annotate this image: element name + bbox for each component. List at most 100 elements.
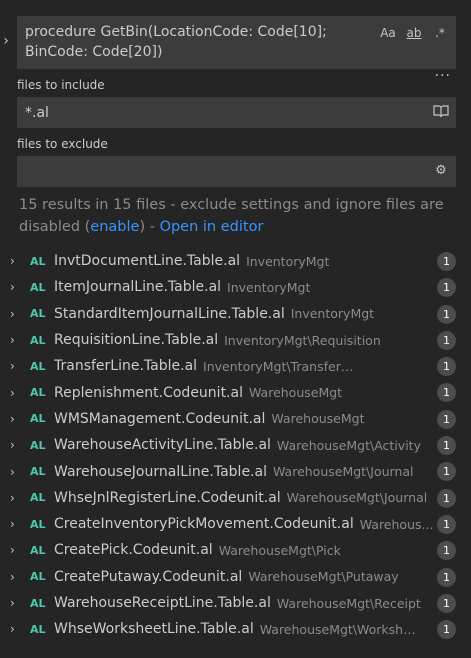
al-file-icon: AL — [30, 622, 46, 636]
chevron-right-icon[interactable]: › — [10, 412, 22, 426]
match-count-badge: 1 — [437, 278, 456, 298]
result-row[interactable]: › AL WhseJnlRegisterLine.Codeunit.al Wareho… — [0, 485, 471, 511]
file-path: WarehouseMgt\Journal — [286, 490, 428, 506]
match-count-badge: 1 — [437, 357, 456, 377]
file-name[interactable]: StandardItemJournalLine.Table.al — [54, 306, 285, 322]
result-row[interactable]: › AL Replenishment.Codeunit.al WarehouseMgt… — [0, 379, 471, 405]
al-file-icon: AL — [30, 570, 46, 584]
al-file-icon: AL — [30, 596, 46, 610]
open-in-editor-link[interactable]: Open in editor — [160, 219, 264, 235]
chevron-right-icon[interactable]: › — [10, 386, 22, 400]
match-case-icon[interactable]: Aa — [378, 24, 398, 42]
file-path: WarehouseMgt\Putaway — [248, 569, 399, 585]
result-row[interactable]: › AL WMSManagement.Codeunit.al WarehouseMgt… — [0, 406, 471, 432]
gear-exclude-settings-icon[interactable]: ⚙ — [432, 163, 450, 179]
match-count-badge: 1 — [437, 304, 456, 324]
file-name[interactable]: RequisitionLine.Table.al — [54, 332, 218, 348]
file-path: InventoryMgt\TransferOrder — [203, 358, 364, 374]
result-row[interactable]: › AL CreatePutaway.Codeunit.al WarehouseMgt… — [0, 564, 471, 590]
search-options: Aa ab .* — [378, 24, 450, 42]
include-field[interactable] — [17, 97, 456, 128]
file-name[interactable]: WMSManagement.Codeunit.al — [54, 411, 265, 427]
file-path: InventoryMgt — [246, 253, 330, 269]
file-name[interactable]: CreatePutaway.Codeunit.al — [54, 569, 242, 585]
result-row[interactable]: › AL ItemJournalLine.Table.al InventoryMgt 1 — [0, 274, 471, 300]
include-input[interactable] — [25, 97, 426, 128]
file-name[interactable]: WarehouseReceiptLine.Table.al — [54, 595, 271, 611]
result-row[interactable]: › AL CreatePick.Codeunit.al WarehouseMgt\Pi… — [0, 537, 471, 563]
match-count-badge: 1 — [437, 593, 456, 613]
file-name[interactable]: WarehouseJournalLine.Table.al — [54, 464, 267, 480]
result-row[interactable]: › AL CreateInventoryPickMovement.Codeunit.… — [0, 511, 471, 537]
regex-icon[interactable]: .* — [430, 24, 450, 42]
chevron-right-icon[interactable]: › — [10, 307, 22, 321]
al-file-icon: AL — [30, 307, 46, 321]
file-name[interactable]: TransferLine.Table.al — [54, 358, 197, 374]
result-row[interactable]: › AL WhseWorksheetLine.Table.al WarehouseMg… — [0, 616, 471, 642]
file-name[interactable]: InvtDocumentLine.Table.al — [54, 253, 240, 269]
exclude-input[interactable] — [25, 156, 426, 187]
al-file-icon: AL — [30, 359, 46, 373]
file-path: InventoryMgt — [290, 306, 375, 322]
file-path: Warehous... — [359, 516, 434, 532]
file-name[interactable]: CreateInventoryPickMovement.Codeunit.al — [54, 516, 354, 532]
al-file-icon: AL — [30, 412, 46, 426]
search-input[interactable]: procedure GetBin(LocationCode: Code[10];… — [17, 16, 456, 69]
results-tree: › AL InvtDocumentLine.Table.al InventoryMgt… — [0, 248, 471, 642]
match-count-badge: 1 — [437, 462, 456, 482]
file-path: WarehouseMgt\Pick — [218, 542, 341, 558]
chevron-right-icon[interactable]: › — [10, 465, 22, 479]
chevron-right-icon[interactable]: › — [10, 491, 22, 505]
match-count-badge: 1 — [437, 330, 456, 350]
al-file-icon: AL — [30, 465, 46, 479]
chevron-right-icon[interactable]: › — [10, 543, 22, 557]
chevron-right-icon[interactable]: › — [10, 333, 22, 347]
al-file-icon: AL — [30, 254, 46, 268]
al-file-icon: AL — [30, 386, 46, 400]
file-name[interactable]: WhseJnlRegisterLine.Codeunit.al — [54, 490, 281, 506]
search-query-text[interactable]: procedure GetBin(LocationCode: Code[10];… — [25, 22, 365, 62]
file-path: InventoryMgt\Requisition — [224, 332, 381, 348]
match-count-badge: 1 — [437, 488, 456, 508]
al-file-icon: AL — [30, 491, 46, 505]
toggle-replace-chevron-icon[interactable]: › — [0, 30, 12, 52]
file-path: WarehouseMgt — [271, 411, 365, 427]
match-count-badge: 1 — [437, 514, 456, 534]
file-path: WarehouseMgt\Journal — [272, 464, 414, 480]
exclude-field[interactable]: ⚙ — [17, 156, 456, 187]
chevron-right-icon[interactable]: › — [10, 517, 22, 531]
result-row[interactable]: › AL WarehouseJournalLine.Table.al Warehous… — [0, 458, 471, 484]
result-row[interactable]: › AL InvtDocumentLine.Table.al InventoryMgt… — [0, 248, 471, 274]
result-row[interactable]: › AL TransferLine.Table.al InventoryMgt\Tra… — [0, 353, 471, 379]
chevron-right-icon[interactable]: › — [10, 570, 22, 584]
file-name[interactable]: ItemJournalLine.Table.al — [54, 279, 221, 295]
chevron-right-icon[interactable]: › — [10, 254, 22, 268]
file-name[interactable]: WarehouseActivityLine.Table.al — [54, 437, 271, 453]
chevron-right-icon[interactable]: › — [10, 596, 22, 610]
chevron-right-icon[interactable]: › — [10, 280, 22, 294]
exclude-label: files to exclude — [17, 137, 108, 151]
result-row[interactable]: › AL WarehouseReceiptLine.Table.al Warehous… — [0, 590, 471, 616]
book-icon[interactable] — [432, 104, 450, 120]
chevron-right-icon[interactable]: › — [10, 438, 22, 452]
file-path: WarehouseMgt\Activity — [276, 437, 421, 453]
file-path: WarehouseMgt\Receipt — [276, 595, 421, 611]
file-path: WarehouseMgt — [248, 385, 343, 401]
match-count-badge: 1 — [437, 252, 456, 271]
whole-word-icon[interactable]: ab — [404, 24, 424, 42]
file-name[interactable]: CreatePick.Codeunit.al — [54, 542, 213, 558]
match-count-badge: 1 — [437, 620, 456, 640]
chevron-right-icon[interactable]: › — [10, 359, 22, 373]
match-count-badge: 1 — [437, 383, 456, 403]
chevron-right-icon[interactable]: › — [10, 622, 22, 636]
result-row[interactable]: › AL StandardItemJournalLine.Table.al Inven… — [0, 301, 471, 327]
file-name[interactable]: Replenishment.Codeunit.al — [54, 385, 243, 401]
match-count-badge: 1 — [437, 409, 456, 429]
result-row[interactable]: › AL WarehouseActivityLine.Table.al Warehou… — [0, 432, 471, 458]
result-row[interactable]: › AL RequisitionLine.Table.al InventoryMgt\… — [0, 327, 471, 353]
al-file-icon: AL — [30, 517, 46, 531]
enable-link[interactable]: enable — [90, 219, 139, 235]
file-name[interactable]: WhseWorksheetLine.Table.al — [54, 621, 254, 637]
include-label: files to include — [17, 78, 105, 92]
more-options-icon[interactable]: ··· — [435, 68, 451, 84]
